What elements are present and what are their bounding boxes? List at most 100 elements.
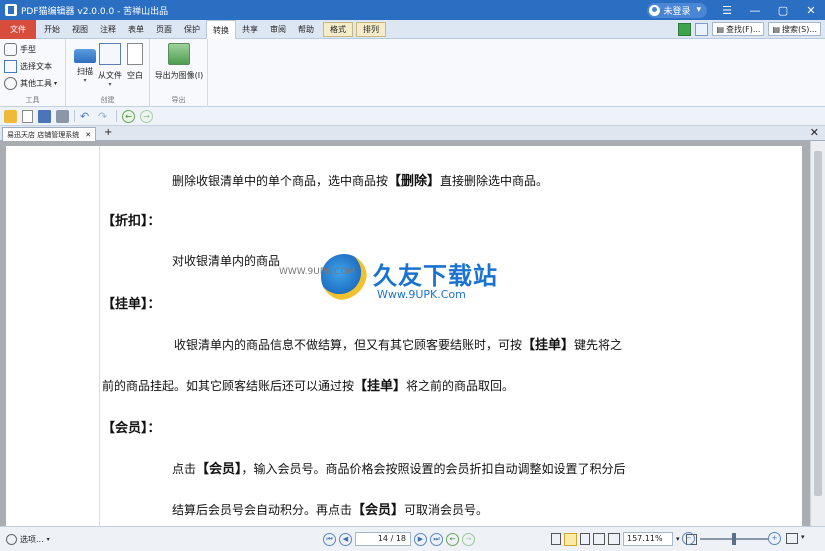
- text-fragment: 键先将之: [574, 338, 623, 352]
- text-fragment: ，输入会员号。商品价格会按照设置的会员折扣自动调整如设置了积分后: [241, 462, 626, 476]
- single-page-icon[interactable]: [551, 533, 561, 545]
- tab-comment[interactable]: 注释: [94, 20, 122, 39]
- other-tools-button[interactable]: 其他工具 ▾: [0, 75, 65, 92]
- text-fragment: 收银清单内的商品信息不做结算，但又有其它顾客要结账时，可按: [174, 338, 523, 352]
- fullscreen-icon[interactable]: [678, 22, 692, 36]
- text-fragment: 结算后会员号会自动积分。再点击: [172, 503, 353, 517]
- watermark-brand: 久友下载站: [373, 262, 498, 290]
- open-folder-icon[interactable]: [4, 109, 17, 123]
- zoom-slider[interactable]: [700, 533, 768, 545]
- search-input[interactable]: ▤ 搜索(S)...: [768, 22, 821, 36]
- login-label: 未登录: [663, 6, 691, 17]
- page-margin-line: [99, 146, 100, 526]
- zoom-select[interactable]: 157.11%: [623, 532, 673, 546]
- tab-protect[interactable]: 保护: [178, 20, 206, 39]
- scrollbar-thumb[interactable]: [814, 151, 822, 496]
- app-logo-icon: [5, 4, 17, 16]
- hand-tool-label: 手型: [20, 45, 36, 54]
- facing-page-icon[interactable]: [593, 533, 605, 545]
- status-bar: 选项... ▾ ⏮ ◀ 14 / 18 ▶ ⏭ ← → 157.11% ▾ − …: [0, 526, 825, 551]
- text-line-hang-1: 收银清单内的商品信息不做结算，但又有其它顾客要结账时，可按【挂单】键先将之: [174, 334, 622, 353]
- close-tab-icon[interactable]: ✕: [85, 131, 91, 139]
- tab-page[interactable]: 页面: [150, 20, 178, 39]
- create-group-label: 创建: [100, 96, 115, 104]
- hand-select-icon[interactable]: [564, 532, 577, 546]
- close-all-icon[interactable]: ✕: [810, 126, 819, 140]
- text-line-hang-2: 前的商品挂起。如其它顾客结账后还可以通过按【挂单】将之前的商品取回。: [102, 375, 514, 394]
- watermark-url: Www.9UPK.Com: [377, 288, 466, 301]
- pdf-page: 删除收银清单中的单个商品，选中商品按【删除】直接删除选中商品。 【折扣】： 对收…: [6, 146, 802, 526]
- export-image-icon: [168, 43, 190, 65]
- document-tab[interactable]: 易迅天店 店铺管理系统 ✕: [2, 127, 97, 141]
- hand-tool-button[interactable]: 手型: [0, 41, 65, 58]
- text-fragment: 直接删除选中商品。: [440, 174, 549, 188]
- back-view-icon[interactable]: ←: [446, 532, 459, 546]
- scan-label: 扫描: [77, 67, 93, 76]
- find-input[interactable]: ▤ 查找(F)...: [712, 22, 765, 36]
- zoom-in-icon[interactable]: +: [768, 532, 781, 545]
- options-button[interactable]: 选项... ▾: [6, 532, 50, 546]
- menu-icon[interactable]: ☰: [713, 0, 741, 20]
- tab-start[interactable]: 开始: [38, 20, 66, 39]
- hand-icon: [4, 43, 17, 56]
- last-page-icon[interactable]: ⏭: [430, 532, 443, 546]
- text-fragment: 删除收银清单中的单个商品，选中商品按: [172, 174, 389, 188]
- prev-page-icon[interactable]: ◀: [339, 532, 352, 546]
- blank-button[interactable]: 空白: [118, 43, 152, 81]
- minimize-button[interactable]: —: [741, 0, 769, 20]
- text-key: 【会员】: [352, 503, 405, 518]
- new-document-icon[interactable]: [22, 109, 33, 123]
- tab-format[interactable]: 格式: [323, 21, 353, 37]
- options-label: 选项...: [20, 534, 44, 544]
- continuous-page-icon[interactable]: [580, 533, 590, 545]
- text-line-member-2: 结算后会员号会自动积分。再点击【会员】可取消会员号。: [172, 499, 488, 518]
- tab-file[interactable]: 文件: [0, 19, 36, 39]
- heading-discount: 【折扣】：: [102, 214, 161, 229]
- chevron-down-icon: ▾: [108, 81, 112, 88]
- document-viewer[interactable]: 删除收银清单中的单个商品，选中商品按【删除】直接删除选中商品。 【折扣】： 对收…: [0, 141, 825, 526]
- tab-review[interactable]: 审阅: [264, 20, 292, 39]
- text-tool-icon[interactable]: [695, 22, 709, 36]
- next-page-icon[interactable]: ▶: [414, 532, 427, 546]
- forward-view-icon[interactable]: →: [462, 532, 475, 546]
- text-key: 【挂单】: [522, 338, 575, 353]
- select-text-button[interactable]: 选择文本: [0, 58, 65, 75]
- window-title: PDF猫编辑器 v2.0.0.0 - 苦禅山出品: [21, 6, 169, 17]
- zoom-dropdown-icon[interactable]: ▾: [676, 535, 680, 543]
- toolbar-separator: [74, 110, 75, 122]
- undo-icon[interactable]: ↶: [80, 110, 93, 123]
- new-tab-icon[interactable]: +: [104, 127, 112, 139]
- save-icon[interactable]: [38, 109, 51, 123]
- redo-icon[interactable]: ↷: [98, 110, 111, 123]
- heading-hang: 【挂单】：: [102, 297, 161, 312]
- vertical-scrollbar[interactable]: [810, 141, 825, 526]
- watermark-logo-icon: [321, 254, 367, 300]
- tab-convert[interactable]: 转换: [206, 19, 236, 39]
- title-bar: PDF猫编辑器 v2.0.0.0 - 苦禅山出品 未登录 ▾ ☰ — ▢ ✕: [0, 0, 825, 20]
- back-icon[interactable]: ←: [122, 109, 135, 123]
- tab-arrange[interactable]: 排列: [356, 21, 386, 37]
- continuous-facing-icon[interactable]: [608, 533, 620, 545]
- login-button[interactable]: 未登录 ▾: [647, 2, 707, 18]
- first-page-icon[interactable]: ⏮: [323, 532, 336, 546]
- forward-icon[interactable]: →: [140, 109, 153, 123]
- print-icon[interactable]: [56, 109, 69, 123]
- export-image-button[interactable]: 导出为图像(I): [152, 43, 206, 81]
- dropdown-icon: ▾: [696, 5, 701, 15]
- tab-form[interactable]: 表单: [122, 20, 150, 39]
- fit-width-icon[interactable]: [786, 533, 798, 544]
- more-dropdown-icon[interactable]: ▾: [801, 533, 805, 541]
- maximize-button[interactable]: ▢: [769, 0, 797, 20]
- menu-bar: 文件 开始 视图 注释 表单 页面 保护 转换 共享 审阅 帮助 格式 排列 ▤…: [0, 19, 825, 39]
- tab-share[interactable]: 共享: [236, 20, 264, 39]
- tab-view[interactable]: 视图: [66, 20, 94, 39]
- zoom-slider-knob[interactable]: [732, 533, 736, 545]
- text-key: 【会员】: [196, 462, 242, 477]
- close-button[interactable]: ✕: [797, 0, 825, 20]
- tab-help[interactable]: 帮助: [292, 20, 320, 39]
- zoom-out-icon[interactable]: −: [682, 532, 695, 545]
- text-fragment: 前的商品挂起。如其它顾客结账后还可以通过按: [102, 379, 355, 393]
- export-image-label: 导出为图像(I): [154, 71, 204, 80]
- text-fragment: 可取消会员号。: [404, 503, 489, 517]
- page-number-input[interactable]: 14 / 18: [355, 532, 411, 546]
